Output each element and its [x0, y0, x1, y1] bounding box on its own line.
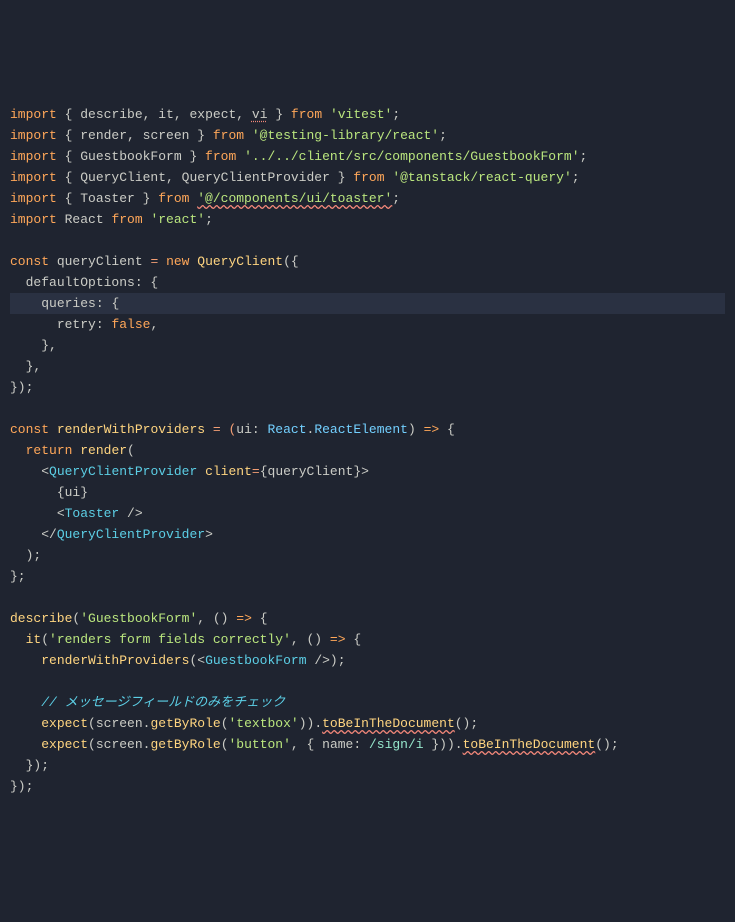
code-line: <Toaster /> [10, 503, 725, 524]
code-line: }); [10, 755, 725, 776]
code-line-active: queries: { [10, 293, 725, 314]
code-line [10, 587, 725, 608]
code-line: import { render, screen } from '@testing… [10, 125, 725, 146]
error-string: '@/components/ui/toaster' [197, 191, 392, 206]
comment: // メッセージフィールドのみをチェック [41, 695, 285, 710]
code-line [10, 230, 725, 251]
code-line: expect(screen.getByRole('button', { name… [10, 734, 725, 755]
code-line [10, 398, 725, 419]
code-line [10, 671, 725, 692]
code-editor[interactable]: import { describe, it, expect, vi } from… [10, 104, 725, 797]
code-line: import { GuestbookForm } from '../../cli… [10, 146, 725, 167]
code-line: <QueryClientProvider client={queryClient… [10, 461, 725, 482]
code-line: expect(screen.getByRole('textbox')).toBe… [10, 713, 725, 734]
code-line: const queryClient = new QueryClient({ [10, 251, 725, 272]
code-line: describe('GuestbookForm', () => { [10, 608, 725, 629]
code-line: </QueryClientProvider> [10, 524, 725, 545]
code-line: import { Toaster } from '@/components/ui… [10, 188, 725, 209]
error-method: toBeInTheDocument [322, 716, 455, 731]
code-line: defaultOptions: { [10, 272, 725, 293]
code-line: import React from 'react'; [10, 209, 725, 230]
code-line: ); [10, 545, 725, 566]
code-line: }); [10, 377, 725, 398]
unused-identifier: vi [252, 107, 268, 122]
keyword: import [10, 107, 57, 122]
code-line: // メッセージフィールドのみをチェック [10, 692, 725, 713]
code-line: it('renders form fields correctly', () =… [10, 629, 725, 650]
code-line: retry: false, [10, 314, 725, 335]
code-line: }; [10, 566, 725, 587]
code-line: import { QueryClient, QueryClientProvide… [10, 167, 725, 188]
code-line: }); [10, 776, 725, 797]
code-line: const renderWithProviders = (ui: React.R… [10, 419, 725, 440]
error-method: toBeInTheDocument [463, 737, 596, 752]
code-line: }, [10, 356, 725, 377]
code-line: renderWithProviders(<GuestbookForm />); [10, 650, 725, 671]
code-line: return render( [10, 440, 725, 461]
code-line: import { describe, it, expect, vi } from… [10, 104, 725, 125]
code-line: }, [10, 335, 725, 356]
code-line: {ui} [10, 482, 725, 503]
